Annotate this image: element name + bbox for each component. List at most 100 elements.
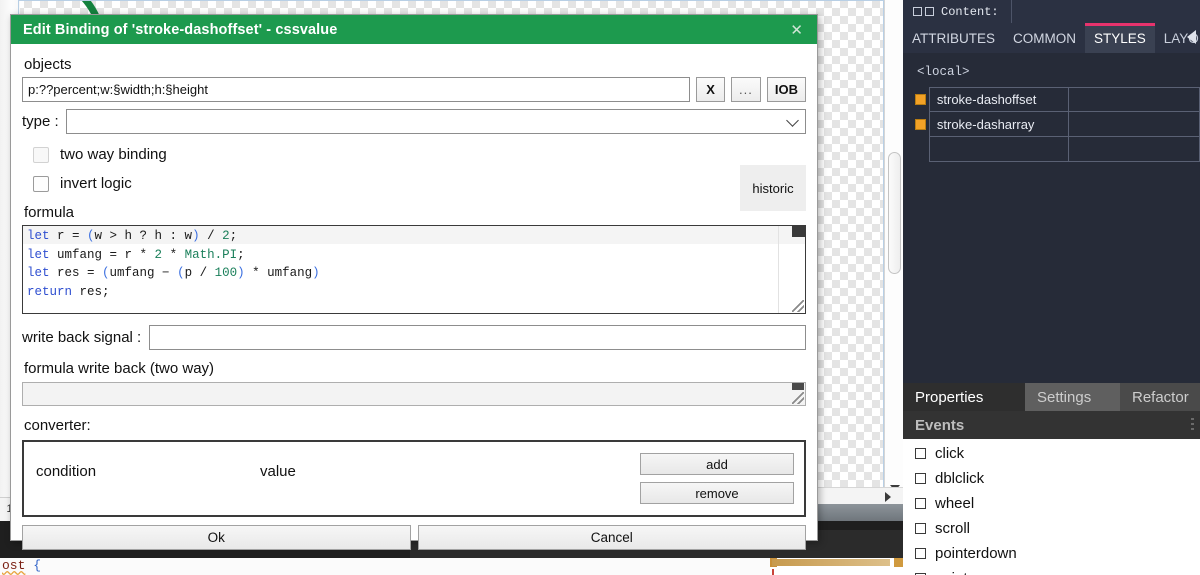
code-token-identifier: ost [2,558,26,573]
write-back-signal-label: write back signal : [22,329,142,346]
checkbox-icon[interactable] [925,7,934,16]
formula-write-back-textarea[interactable] [22,382,806,406]
events-scroll-indicator[interactable] [1191,418,1194,432]
cancel-button[interactable]: Cancel [417,525,806,550]
chevron-left-icon[interactable] [1187,30,1196,44]
scrollbar-thumb[interactable] [888,152,901,274]
table-row[interactable] [913,137,1200,162]
list-item[interactable]: scroll [903,516,1200,541]
formula-editor[interactable]: let r = (w > h ? h : w) / 2; let umfang … [22,225,806,314]
tab-refactor[interactable]: Refactor [1120,383,1200,411]
toolbar-divider [1010,0,1012,23]
ok-button[interactable]: Ok [22,525,411,550]
chevron-right-icon[interactable] [885,492,891,502]
formula-write-back-label: formula write back (two way) [24,360,215,377]
table-row[interactable]: stroke-dashoffset [913,87,1200,112]
two-way-binding-checkbox[interactable] [33,146,49,163]
tab-label: ATTRIBUTES [912,30,996,46]
binding-swatch-icon [915,119,927,130]
formula-write-back-scroll-cap [792,383,804,390]
type-row: type : [22,109,806,134]
objects-label: objects [24,56,72,73]
style-property-name[interactable] [928,137,1068,162]
style-property-name[interactable]: stroke-dasharray [928,112,1068,137]
list-item[interactable]: wheel [903,491,1200,516]
historic-button[interactable]: historic [740,165,806,211]
event-checkbox[interactable] [915,498,926,509]
converter-panel: condition value add remove [22,440,806,517]
event-checkbox[interactable] [915,523,926,534]
binding-indicator [913,137,929,162]
objects-input[interactable] [22,77,691,102]
type-label: type : [22,113,59,130]
write-back-signal-row: write back signal : [22,325,806,350]
code-horizontal-scrollbar[interactable] [770,558,903,567]
code-editor-strip[interactable] [0,558,770,575]
event-checkbox[interactable] [915,448,926,459]
objects-clear-button[interactable]: X [696,77,726,102]
event-label: click [935,445,965,462]
converter-remove-button[interactable]: remove [640,482,794,504]
style-property-name[interactable]: stroke-dashoffset [928,87,1068,112]
converter-value-header: value [260,463,296,480]
events-section-header: Events [903,411,1200,439]
binding-indicator[interactable] [913,87,929,112]
formula-code[interactable]: let r = (w > h ? h : w) / 2; let umfang … [23,226,805,301]
invert-logic-row[interactable]: invert logic [33,175,806,192]
converter-add-button[interactable]: add [640,453,794,475]
event-label: dblclick [935,470,985,487]
tab-styles[interactable]: STYLES [1085,23,1155,53]
dialog-close-icon[interactable]: ✕ [786,21,807,39]
list-item[interactable]: click [903,441,1200,466]
code-editor-line[interactable]: ost { [2,558,41,573]
two-way-binding-label: two way binding [60,146,167,163]
objects-browse-button[interactable]: ... [731,77,761,102]
event-label: scroll [935,520,971,537]
event-checkbox[interactable] [915,548,926,559]
style-property-value[interactable] [1067,112,1200,137]
formula-write-back-resize-grip[interactable] [792,392,804,404]
list-item[interactable]: dblclick [903,466,1200,491]
style-properties-table: stroke-dashoffset stroke-dasharray [913,87,1200,162]
edit-binding-dialog: Edit Binding of 'stroke-dashoffset' - cs… [10,14,818,550]
invert-logic-label: invert logic [60,175,132,192]
event-label: pointerup [935,570,998,575]
invert-logic-checkbox[interactable] [33,175,49,192]
tab-properties[interactable]: Properties [903,383,1025,411]
objects-row: X ... IOB [22,77,806,102]
style-property-value[interactable] [1067,137,1200,162]
style-property-value[interactable] [1067,87,1200,112]
dialog-footer: Ok Cancel [22,525,806,550]
tab-attributes[interactable]: ATTRIBUTES [903,23,1004,53]
event-checkbox[interactable] [915,473,926,484]
converter-label: converter: [24,417,91,434]
code-error-marker [772,569,774,575]
write-back-signal-input[interactable] [149,325,806,350]
type-select[interactable] [65,109,806,134]
tab-label: COMMON [1013,30,1077,46]
objects-iob-button[interactable]: IOB [766,77,806,102]
tab-settings[interactable]: Settings [1025,383,1120,411]
checkbox-icon[interactable] [913,7,922,16]
canvas-vertical-scrollbar[interactable] [884,0,903,497]
formula-label: formula [24,204,75,221]
event-label: pointerdown [935,545,1017,562]
converter-condition-header: condition [36,463,97,480]
bottom-tab-bar: Properties Settings Refactor [903,383,1200,411]
chevron-down-icon [786,114,799,127]
tab-common[interactable]: COMMON [1004,23,1085,53]
table-row[interactable]: stroke-dasharray [913,112,1200,137]
list-item[interactable]: pointerdown [903,541,1200,566]
tab-label: STYLES [1094,30,1146,46]
dialog-title-bar: Edit Binding of 'stroke-dashoffset' - cs… [11,15,817,44]
dialog-title-text: Edit Binding of 'stroke-dashoffset' - cs… [23,21,338,38]
binding-swatch-icon [915,94,927,105]
right-inspector-panel: Content: ATTRIBUTES COMMON STYLES LAYO <… [903,0,1200,575]
event-label: wheel [935,495,975,512]
two-way-binding-row[interactable]: two way binding [33,146,806,163]
content-toolbar: Content: [903,0,1200,23]
scrollbar-thumb[interactable] [772,559,890,566]
formula-resize-grip[interactable] [792,300,804,312]
list-item[interactable]: pointerup [903,566,1200,575]
binding-indicator[interactable] [913,112,929,137]
